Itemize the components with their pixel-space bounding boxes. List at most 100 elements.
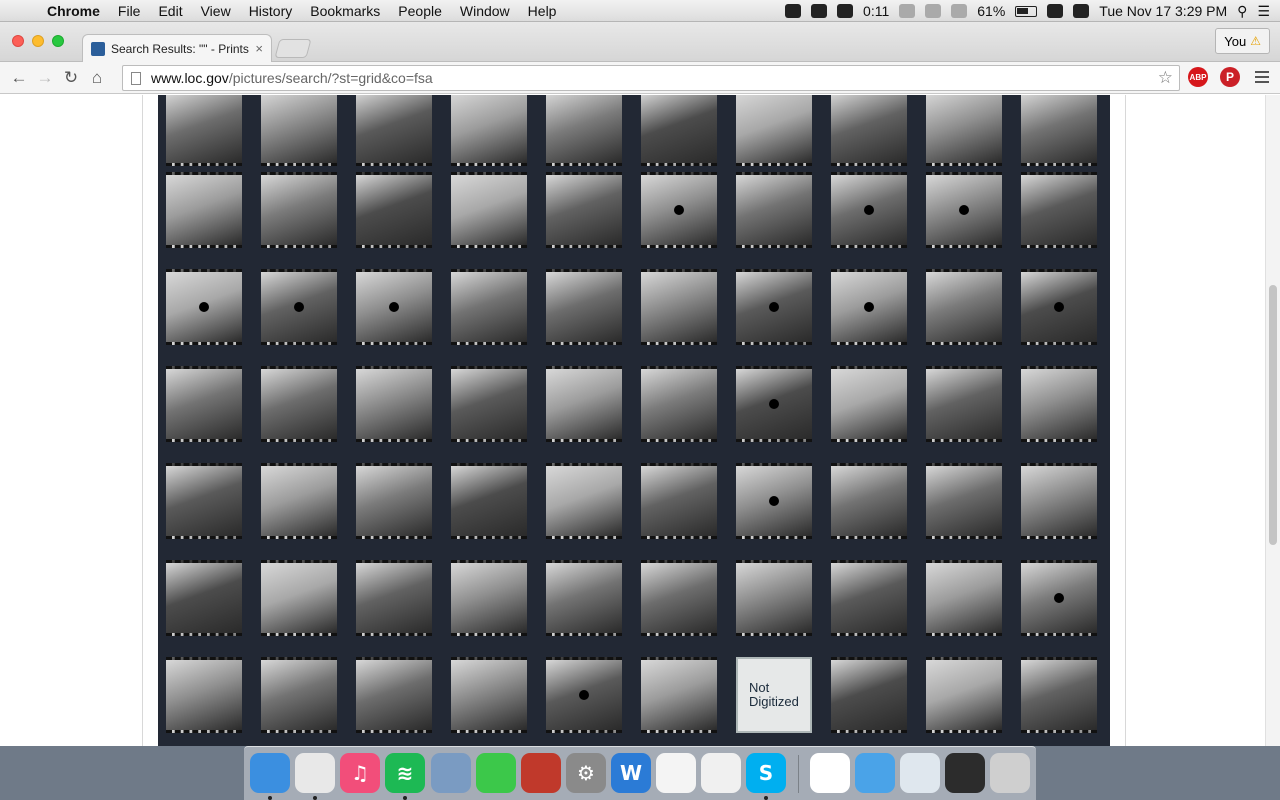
photo-thumbnail[interactable] [356,560,432,636]
zoom-window-button[interactable] [52,35,64,47]
photo-thumbnail[interactable] [356,95,432,166]
photo-thumbnail[interactable] [641,95,717,166]
photo-thumbnail[interactable] [356,366,432,442]
dock-trash-icon[interactable] [990,753,1030,793]
menu-file[interactable]: File [109,3,150,19]
photo-thumbnail[interactable] [926,95,1002,166]
volume-icon[interactable] [1073,4,1090,18]
not-digitized-thumbnail[interactable]: Not Digitized [736,657,812,733]
photo-thumbnail[interactable] [641,172,717,248]
minimize-window-button[interactable] [32,35,44,47]
photo-thumbnail[interactable] [1021,366,1097,442]
photo-thumbnail[interactable] [261,172,337,248]
dock-system-preferences-icon[interactable]: ⚙ [566,753,606,793]
photo-thumbnail[interactable] [736,560,812,636]
dock-photos-icon[interactable] [701,753,741,793]
photo-thumbnail[interactable] [166,269,242,345]
wifi-icon[interactable] [1047,4,1064,18]
photo-thumbnail[interactable] [166,95,242,166]
photo-thumbnail[interactable] [926,172,1002,248]
forward-button[interactable]: → [32,65,58,91]
photo-thumbnail[interactable] [546,172,622,248]
sync-icon[interactable] [837,4,854,18]
tab-close-icon[interactable]: × [255,41,263,56]
dock-textedit-icon[interactable] [656,753,696,793]
dock-facetime-icon[interactable] [476,753,516,793]
pinterest-icon[interactable]: P [1220,67,1240,87]
scrollbar[interactable] [1265,95,1280,746]
spotlight-icon[interactable]: ⚲ [1237,3,1247,20]
photo-thumbnail[interactable] [451,657,527,733]
photo-thumbnail[interactable] [356,172,432,248]
photo-thumbnail[interactable] [546,269,622,345]
photo-thumbnail[interactable] [926,560,1002,636]
photo-thumbnail[interactable] [261,657,337,733]
dock-screen-icon[interactable] [945,753,985,793]
new-tab-button[interactable] [274,39,312,58]
reload-button[interactable]: ↻ [58,65,84,91]
photo-thumbnail[interactable] [1021,560,1097,636]
photo-thumbnail[interactable] [166,463,242,539]
dock-finder-icon[interactable] [250,753,290,793]
photo-thumbnail[interactable] [261,560,337,636]
dock-preview-icon[interactable] [431,753,471,793]
photo-thumbnail[interactable] [546,366,622,442]
photo-thumbnail[interactable] [736,172,812,248]
photo-thumbnail[interactable] [261,269,337,345]
photo-thumbnail[interactable] [1021,657,1097,733]
photo-thumbnail[interactable] [1021,463,1097,539]
menu-bookmarks[interactable]: Bookmarks [301,3,389,19]
menu-view[interactable]: View [192,3,240,19]
back-button[interactable]: ← [6,65,32,91]
bluetooth-icon[interactable] [951,4,968,18]
photo-thumbnail[interactable] [641,269,717,345]
adblock-plus-icon[interactable]: ABP [1188,67,1208,87]
dock-document-icon[interactable] [810,753,850,793]
profile-button[interactable]: You ⚠ [1215,28,1270,54]
dropbox-icon[interactable] [811,4,828,18]
photo-thumbnail[interactable] [451,172,527,248]
photo-thumbnail[interactable] [451,269,527,345]
photo-thumbnail[interactable] [736,269,812,345]
dock-chrome-icon[interactable] [295,753,335,793]
photo-thumbnail[interactable] [736,463,812,539]
home-button[interactable]: ⌂ [84,65,110,91]
photo-thumbnail[interactable] [356,657,432,733]
menu-chrome[interactable]: Chrome [38,3,109,19]
photo-thumbnail[interactable] [166,366,242,442]
dock-itunes-icon[interactable]: ♫ [340,753,380,793]
photo-thumbnail[interactable] [1021,172,1097,248]
photo-thumbnail[interactable] [451,95,527,166]
menu-history[interactable]: History [240,3,302,19]
photo-thumbnail[interactable] [546,657,622,733]
dock-spotify-icon[interactable]: ≋ [385,753,425,793]
photo-thumbnail[interactable] [831,366,907,442]
tab-search-results[interactable]: Search Results: "" - Prints × [82,34,272,62]
photo-thumbnail[interactable] [831,463,907,539]
photo-thumbnail[interactable] [1021,95,1097,166]
photo-thumbnail[interactable] [166,172,242,248]
photo-thumbnail[interactable] [641,366,717,442]
close-window-button[interactable] [12,35,24,47]
photo-thumbnail[interactable] [261,95,337,166]
photo-thumbnail[interactable] [356,463,432,539]
dock-folder-icon[interactable] [855,753,895,793]
photo-thumbnail[interactable] [831,657,907,733]
photo-thumbnail[interactable] [546,560,622,636]
dock-preview-window-icon[interactable] [900,753,940,793]
photo-thumbnail[interactable] [261,366,337,442]
menu-window[interactable]: Window [451,3,519,19]
photo-thumbnail[interactable] [641,463,717,539]
photo-thumbnail[interactable] [736,95,812,166]
clock[interactable]: Tue Nov 17 3:29 PM [1099,3,1227,19]
photo-thumbnail[interactable] [831,560,907,636]
timer-text[interactable]: 0:11 [863,3,889,19]
time-machine-icon[interactable] [925,4,942,18]
photo-thumbnail[interactable] [356,269,432,345]
photo-thumbnail[interactable] [641,657,717,733]
dock-photo-booth-icon[interactable] [521,753,561,793]
photo-thumbnail[interactable] [451,463,527,539]
photo-thumbnail[interactable] [831,269,907,345]
photo-thumbnail[interactable] [166,657,242,733]
photo-thumbnail[interactable] [451,366,527,442]
